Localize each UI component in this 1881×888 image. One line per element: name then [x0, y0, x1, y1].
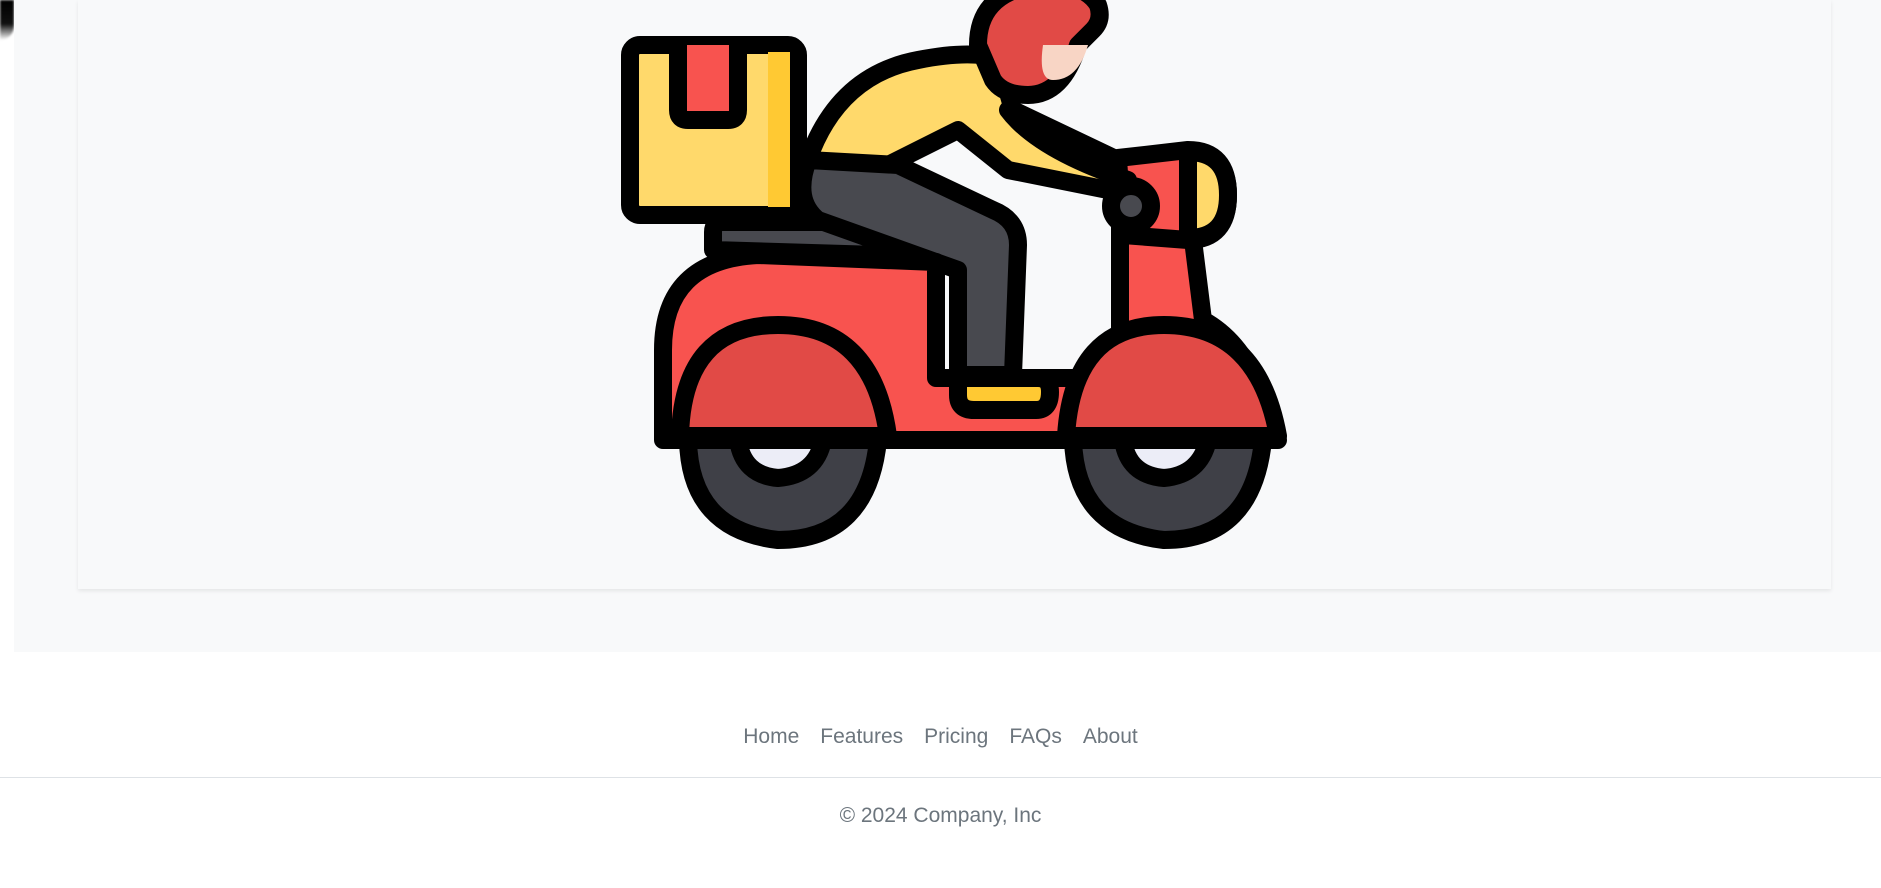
footer-link-faqs[interactable]: FAQs — [999, 716, 1073, 758]
footer-nav-item-about: About — [1072, 716, 1148, 758]
footer-nav-item-faqs: FAQs — [999, 716, 1073, 758]
footer-link-about[interactable]: About — [1072, 716, 1148, 758]
hero-section — [14, 0, 1881, 652]
footer: Home Features Pricing FAQs About © 2024 … — [0, 652, 1881, 888]
footer-divider — [0, 777, 1881, 778]
footer-nav-item-home: Home — [733, 716, 810, 758]
footer-link-home[interactable]: Home — [733, 716, 810, 758]
footer-nav-item-pricing: Pricing — [914, 716, 999, 758]
page: Home Features Pricing FAQs About © 2024 … — [0, 0, 1881, 888]
window-edge-shadow — [0, 0, 14, 40]
copyright-text: © 2024 Company, Inc — [839, 804, 1042, 827]
footer-nav-item-features: Features — [810, 716, 914, 758]
delivery-scooter-icon — [621, 0, 1287, 549]
footer-link-pricing[interactable]: Pricing — [914, 716, 999, 758]
hero-card — [78, 0, 1831, 589]
footer-link-features[interactable]: Features — [810, 716, 914, 758]
footer-nav: Home Features Pricing FAQs About — [0, 716, 1881, 758]
